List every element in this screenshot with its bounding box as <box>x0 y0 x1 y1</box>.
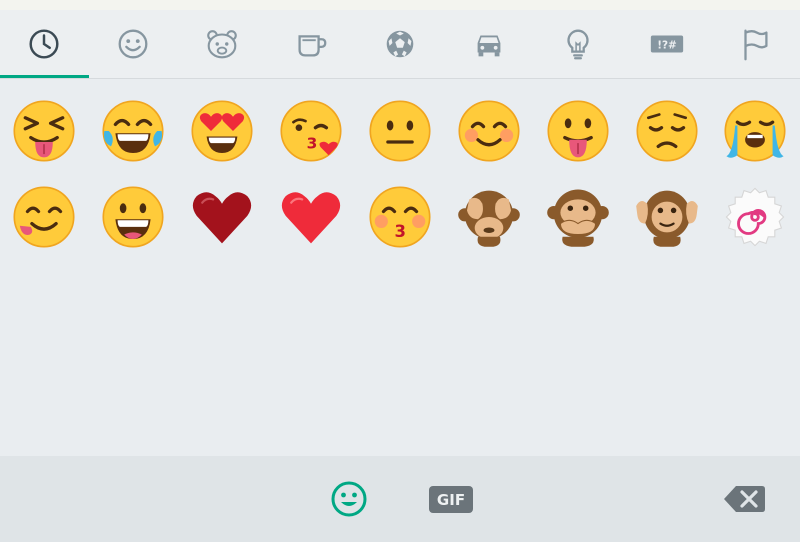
tab-recent[interactable] <box>0 10 89 79</box>
emoji-loudly-crying-face[interactable] <box>711 88 800 174</box>
gif-button[interactable]: GIF <box>429 486 473 513</box>
tab-smileys[interactable] <box>89 10 178 78</box>
emoji-pensive-face[interactable] <box>622 88 711 174</box>
symbols-label: !?# <box>657 39 677 51</box>
backspace-icon <box>724 486 765 512</box>
tab-activities[interactable] <box>356 10 445 78</box>
emoji-smiling-face-with-heart-eyes[interactable] <box>178 88 267 174</box>
emoji-dark-red-heart[interactable] <box>178 174 267 260</box>
emoji-face-with-tears-of-joy[interactable] <box>89 88 178 174</box>
emoji-smiling-face-with-smiling-eyes[interactable] <box>444 88 533 174</box>
backspace-button[interactable] <box>722 482 768 516</box>
emoji-kissing-face-with-smiling-eyes[interactable]: 3 <box>356 174 445 260</box>
smiley-icon <box>118 29 148 59</box>
emoji-fish-cake-with-swirl[interactable] <box>711 174 800 260</box>
emoji-row: 3 <box>0 174 800 260</box>
tab-objects[interactable] <box>533 10 622 78</box>
clock-icon <box>29 29 59 59</box>
top-strip <box>0 0 800 10</box>
emoji-hear-no-evil-monkey[interactable] <box>622 174 711 260</box>
symbols-icon: !?# <box>650 35 683 53</box>
keyboard-bottom-bar: GIF <box>0 456 800 542</box>
emoji-squinting-face-with-tongue[interactable] <box>0 88 89 174</box>
svg-text:3: 3 <box>307 135 318 153</box>
emoji-tab-button[interactable] <box>326 476 372 522</box>
tab-animals[interactable] <box>178 10 267 78</box>
soccer-ball-icon <box>386 30 414 58</box>
tab-travel[interactable] <box>444 10 533 78</box>
emoji-category-bar: !?# <box>0 10 800 79</box>
emoji-grinning-face-with-smiling-eyes[interactable] <box>89 174 178 260</box>
svg-text:3: 3 <box>394 222 405 241</box>
tab-food[interactable] <box>267 10 356 78</box>
emoji-grid: 3 3 <box>0 88 800 260</box>
emoji-face-savoring-food[interactable] <box>0 174 89 260</box>
emoji-red-heart[interactable] <box>267 174 356 260</box>
emoji-face-blowing-a-kiss[interactable]: 3 <box>267 88 356 174</box>
bear-icon <box>207 30 238 59</box>
gif-label: GIF <box>436 490 466 509</box>
category-divider <box>0 78 800 79</box>
emoji-speak-no-evil-monkey[interactable] <box>533 174 622 260</box>
car-icon <box>477 35 501 57</box>
smiley-icon <box>331 481 367 517</box>
cup-icon <box>298 35 327 57</box>
tab-flags[interactable] <box>711 10 800 78</box>
tab-symbols[interactable]: !?# <box>622 10 711 78</box>
emoji-see-no-evil-monkey[interactable] <box>444 174 533 260</box>
emoji-row: 3 <box>0 88 800 174</box>
lightbulb-icon <box>567 29 589 60</box>
emoji-face-with-tongue[interactable] <box>533 88 622 174</box>
flag-icon <box>744 29 768 61</box>
emoji-neutral-face[interactable] <box>356 88 445 174</box>
